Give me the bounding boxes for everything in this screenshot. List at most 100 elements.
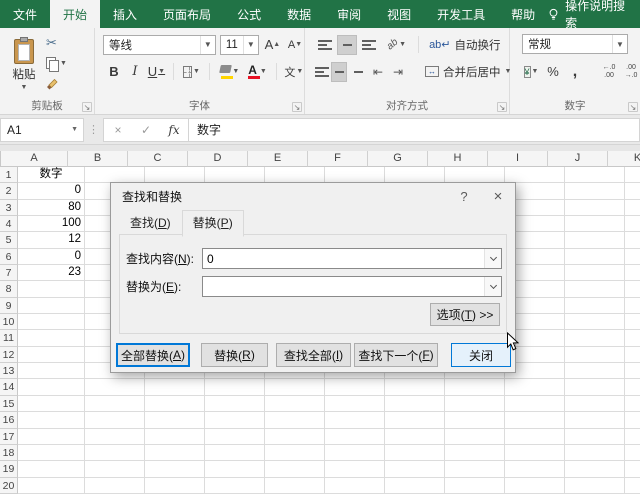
row-header-18[interactable]: 18 (0, 445, 18, 461)
cell-F15[interactable] (325, 396, 385, 412)
cell-F14[interactable] (325, 379, 385, 395)
dialog-help-button[interactable]: ? (447, 183, 481, 210)
cell-C20[interactable] (145, 478, 205, 494)
replace-with-dropdown-icon[interactable] (484, 277, 501, 296)
cell-K10[interactable] (625, 314, 640, 330)
menu-tab-4[interactable]: 公式 (224, 0, 274, 28)
cell-I15[interactable] (505, 396, 565, 412)
cell-J13[interactable] (565, 363, 625, 379)
merge-center-button[interactable]: ↔ 合并后居中 ▼ (421, 61, 515, 82)
comma-style-button[interactable]: , (566, 61, 584, 82)
tab-replace[interactable]: 替换(P) (182, 210, 244, 237)
cell-H1[interactable] (445, 167, 505, 183)
find-all-button[interactable]: 查找全部(I) (276, 343, 351, 367)
cell-F17[interactable] (325, 429, 385, 445)
row-header-11[interactable]: 11 (0, 330, 18, 346)
bold-button[interactable]: B (105, 61, 123, 82)
row-header-15[interactable]: 15 (0, 396, 18, 412)
cell-A1[interactable]: 数字 (18, 167, 85, 183)
cell-D19[interactable] (205, 461, 265, 477)
cell-C1[interactable] (145, 167, 205, 183)
cell-H18[interactable] (445, 445, 505, 461)
cell-I20[interactable] (505, 478, 565, 494)
dialog-close-icon[interactable]: × (481, 183, 515, 210)
column-header-H[interactable]: H (428, 151, 488, 167)
cell-K7[interactable] (625, 265, 640, 281)
formula-input[interactable]: 数字 (189, 118, 640, 142)
menu-tab-5[interactable]: 数据 (274, 0, 324, 28)
cut-button[interactable]: ✂ (46, 35, 67, 51)
cell-J18[interactable] (565, 445, 625, 461)
cell-E17[interactable] (265, 429, 325, 445)
cell-D1[interactable] (205, 167, 265, 183)
cancel-button[interactable]: × (104, 123, 132, 137)
cell-K20[interactable] (625, 478, 640, 494)
row-header-1[interactable]: 1 (0, 167, 18, 183)
copy-button[interactable]: ▼ (46, 55, 67, 71)
cell-F16[interactable] (325, 412, 385, 428)
cell-E15[interactable] (265, 396, 325, 412)
cell-A18[interactable] (18, 445, 85, 461)
italic-button[interactable]: I (126, 61, 144, 82)
row-header-4[interactable]: 4 (0, 216, 18, 232)
increase-decimal-button[interactable]: ←.0.00 (600, 61, 618, 82)
cell-A13[interactable] (18, 363, 85, 379)
cell-B19[interactable] (85, 461, 145, 477)
insert-function-button[interactable]: fx (160, 123, 188, 137)
cell-K9[interactable] (625, 298, 640, 314)
dialog-title-bar[interactable]: 查找和替换 ? × (111, 183, 515, 210)
cell-H16[interactable] (445, 412, 505, 428)
cell-J2[interactable] (565, 183, 625, 199)
cell-K2[interactable] (625, 183, 640, 199)
row-header-6[interactable]: 6 (0, 249, 18, 265)
row-header-17[interactable]: 17 (0, 429, 18, 445)
cell-B14[interactable] (85, 379, 145, 395)
cell-A6[interactable]: 0 (18, 249, 85, 265)
cell-A14[interactable] (18, 379, 85, 395)
cell-I14[interactable] (505, 379, 565, 395)
cell-E14[interactable] (265, 379, 325, 395)
close-dialog-button[interactable]: 关闭 (451, 343, 511, 367)
cell-J16[interactable] (565, 412, 625, 428)
cell-J14[interactable] (565, 379, 625, 395)
orientation-button[interactable]: ab▼ (385, 34, 408, 55)
cell-G14[interactable] (385, 379, 445, 395)
cell-A20[interactable] (18, 478, 85, 494)
cell-J5[interactable] (565, 232, 625, 248)
cell-A7[interactable]: 23 (18, 265, 85, 281)
cell-J8[interactable] (565, 281, 625, 297)
cell-K5[interactable] (625, 232, 640, 248)
column-header-F[interactable]: F (308, 151, 368, 167)
row-header-14[interactable]: 14 (0, 379, 18, 395)
cell-J20[interactable] (565, 478, 625, 494)
column-header-A[interactable]: A (1, 151, 68, 167)
accounting-format-button[interactable]: ¥▼ (522, 61, 540, 82)
font-name-select[interactable]: 等线 ▼ (103, 35, 216, 55)
cell-B16[interactable] (85, 412, 145, 428)
cell-A9[interactable] (18, 298, 85, 314)
decrease-decimal-button[interactable]: .00→.0 (622, 61, 640, 82)
cell-D20[interactable] (205, 478, 265, 494)
align-left-button[interactable] (315, 62, 329, 82)
cell-I16[interactable] (505, 412, 565, 428)
row-header-2[interactable]: 2 (0, 183, 18, 199)
cell-K15[interactable] (625, 396, 640, 412)
cell-I1[interactable] (505, 167, 565, 183)
menu-tab-8[interactable]: 开发工具 (424, 0, 498, 28)
row-header-5[interactable]: 5 (0, 232, 18, 248)
menu-tab-7[interactable]: 视图 (374, 0, 424, 28)
cell-G18[interactable] (385, 445, 445, 461)
cell-E18[interactable] (265, 445, 325, 461)
cell-K11[interactable] (625, 330, 640, 346)
font-dialog-launcher-icon[interactable]: ↘ (292, 102, 302, 112)
cell-H17[interactable] (445, 429, 505, 445)
cell-I18[interactable] (505, 445, 565, 461)
cell-D15[interactable] (205, 396, 265, 412)
cell-A11[interactable] (18, 330, 85, 346)
cell-H14[interactable] (445, 379, 505, 395)
align-top-button[interactable] (315, 35, 335, 55)
cell-J19[interactable] (565, 461, 625, 477)
cell-A10[interactable] (18, 314, 85, 330)
decrease-font-size-button[interactable]: A▼ (286, 34, 304, 55)
cell-C18[interactable] (145, 445, 205, 461)
